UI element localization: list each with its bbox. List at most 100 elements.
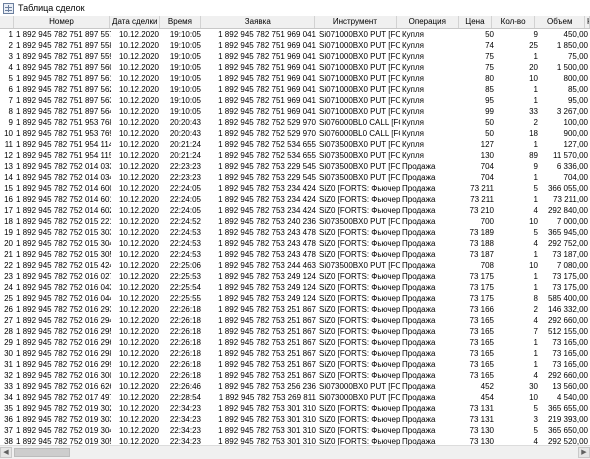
cell-order-number: 1 892 945 782 753 251 867 — [218, 327, 316, 336]
table-row[interactable]: 81 892 945 782 751 897 564 10.12.2020 19:1… — [0, 106, 590, 117]
table-row[interactable]: 11 892 945 782 751 897 557 10.12.2020 19:1… — [0, 29, 590, 40]
scroll-right-arrow-icon[interactable]: ▶ — [578, 447, 590, 458]
cell-quantity: 1 — [533, 52, 538, 61]
table-row[interactable]: 12 1 892 945 782 751 954 115 10.12.2020 20:… — [0, 150, 590, 161]
cell-trade-date: 10.12.2020 — [118, 316, 159, 325]
table-row[interactable]: 29 1 892 945 782 752 016 296 10.12.2020 22:… — [0, 337, 590, 348]
table-row[interactable]: 10 1 892 945 782 751 953 769 10.12.2020 20:… — [0, 128, 590, 139]
cell-instrument: Si073500BX0 PUT [FORTS: Опци — [319, 173, 400, 182]
cell-row-index: 15 — [4, 184, 13, 193]
column-header-time[interactable]: Время — [160, 16, 202, 28]
cell-trade-date: 10.12.2020 — [118, 338, 159, 347]
cell-order-number: 1 892 945 782 753 301 310 — [218, 415, 316, 424]
cell-quantity: 1 — [533, 272, 538, 281]
column-header-volume[interactable]: Объем — [535, 16, 586, 28]
table-row[interactable]: 31 1 892 945 782 752 016 299 10.12.2020 22:… — [0, 359, 590, 370]
cell-trade-number: 1 892 945 782 752 014 034 — [16, 173, 111, 182]
table-row[interactable]: 31 892 945 782 751 897 559 10.12.2020 19:1… — [0, 51, 590, 62]
cell-instrument: Si076000BL0 CALL [FORTS: Опци — [319, 129, 400, 138]
cell-instrument: SiZ0 [FORTS: Фьючерсы] — [319, 349, 400, 358]
table-row[interactable]: 37 1 892 945 782 752 019 304 10.12.2020 22:… — [0, 425, 590, 436]
cell-volume: 7 000,00 — [556, 217, 588, 226]
table-row[interactable]: 23 1 892 945 782 752 016 027 10.12.2020 22:… — [0, 271, 590, 282]
table-row[interactable]: 19 1 892 945 782 752 015 303 10.12.2020 22:… — [0, 227, 590, 238]
cell-trade-number: 1 892 945 782 751 953 769 — [16, 129, 111, 138]
table-row[interactable]: 24 1 892 945 782 752 016 043 10.12.2020 22:… — [0, 282, 590, 293]
table-row[interactable]: 21 892 945 782 751 897 558 10.12.2020 19:1… — [0, 40, 590, 51]
table-row[interactable]: 35 1 892 945 782 752 019 302 10.12.2020 22:… — [0, 403, 590, 414]
column-header-date[interactable]: Дата сделки — [110, 16, 160, 28]
cell-price: 73 165 — [469, 327, 494, 336]
table-row[interactable]: 16 1 892 945 782 752 014 601 10.12.2020 22:… — [0, 194, 590, 205]
table-row[interactable]: 20 1 892 945 782 752 015 304 10.12.2020 22:… — [0, 238, 590, 249]
table-row[interactable]: 41 892 945 782 751 897 560 10.12.2020 19:1… — [0, 62, 590, 73]
table-row[interactable]: 36 1 892 945 782 752 019 303 10.12.2020 22:… — [0, 414, 590, 425]
table-row[interactable]: 26 1 892 945 782 752 016 293 10.12.2020 22:… — [0, 304, 590, 315]
cell-order-number: 1 892 945 782 753 244 463 — [218, 261, 316, 270]
cell-trade-time: 22:28:54 — [169, 393, 201, 402]
cell-trade-time: 19:10:05 — [169, 74, 201, 83]
cell-operation: Продажа — [402, 206, 436, 215]
cell-trade-date: 10.12.2020 — [118, 272, 159, 281]
cell-quantity: 5 — [533, 426, 538, 435]
cell-quantity: 4 — [533, 206, 538, 215]
cell-trade-time: 20:21:24 — [169, 151, 201, 160]
table-row[interactable]: 91 892 945 782 751 953 768 10.12.2020 20:2… — [0, 117, 590, 128]
column-header-truncated[interactable]: Ко — [585, 16, 590, 28]
table-row[interactable]: 34 1 892 945 782 752 017 497 10.12.2020 22:… — [0, 392, 590, 403]
table-row[interactable]: 17 1 892 945 782 752 014 602 10.12.2020 22:… — [0, 205, 590, 216]
cell-operation: Продажа — [402, 228, 436, 237]
table-row[interactable]: 15 1 892 945 782 752 014 600 10.12.2020 22:… — [0, 183, 590, 194]
cell-order-number: 1 892 945 782 753 234 424 — [218, 206, 316, 215]
cell-trade-date: 10.12.2020 — [118, 151, 159, 160]
column-header-number[interactable]: Номер — [14, 16, 111, 28]
cell-operation: Продажа — [402, 426, 436, 435]
table-row[interactable]: 27 1 892 945 782 752 016 294 10.12.2020 22:… — [0, 315, 590, 326]
table-row[interactable]: 51 892 945 782 751 897 561 10.12.2020 19:1… — [0, 73, 590, 84]
table-row[interactable]: 25 1 892 945 782 752 016 044 10.12.2020 22:… — [0, 293, 590, 304]
cell-instrument: SiZ0 [FORTS: Фьючерсы] — [319, 371, 400, 380]
cell-instrument: SiZ0 [FORTS: Фьючерсы] — [319, 305, 400, 314]
table-row[interactable]: 13 1 892 945 782 752 014 033 10.12.2020 22:… — [0, 161, 590, 172]
cell-price: 73 165 — [469, 360, 494, 369]
cell-trade-time: 22:26:18 — [169, 316, 201, 325]
table-row[interactable]: 11 1 892 945 782 751 954 114 10.12.2020 20:… — [0, 139, 590, 150]
table-row[interactable]: 30 1 892 945 782 752 016 298 10.12.2020 22:… — [0, 348, 590, 359]
column-header-rownum[interactable] — [0, 16, 14, 28]
cell-trade-date: 10.12.2020 — [118, 85, 159, 94]
cell-row-index: 34 — [4, 393, 13, 402]
horizontal-scrollbar[interactable]: ◀ ▶ — [0, 445, 590, 459]
cell-trade-number: 1 892 945 782 751 897 560 — [16, 63, 111, 72]
column-header-quantity[interactable]: Кол-во — [492, 16, 536, 28]
scroll-left-arrow-icon[interactable]: ◀ — [0, 447, 12, 458]
cell-price: 74 — [485, 41, 494, 50]
table-row[interactable]: 33 1 892 945 782 752 016 626 10.12.2020 22:… — [0, 381, 590, 392]
table-row[interactable]: 18 1 892 945 782 752 015 221 10.12.2020 22:… — [0, 216, 590, 227]
cell-volume: 146 332,00 — [547, 305, 588, 314]
table-row[interactable]: 71 892 945 782 751 897 563 10.12.2020 19:1… — [0, 95, 590, 106]
cell-row-index: 10 — [4, 129, 13, 138]
cell-price: 73 175 — [469, 283, 494, 292]
cell-order-number: 1 892 945 782 752 534 655 — [218, 151, 316, 160]
column-header-price[interactable]: Цена — [459, 16, 492, 28]
cell-instrument: SiZ0 [FORTS: Фьючерсы] — [319, 404, 400, 413]
cell-trade-number: 1 892 945 782 752 016 296 — [16, 338, 111, 347]
cell-operation: Продажа — [402, 239, 436, 248]
cell-row-index: 30 — [4, 349, 13, 358]
cell-volume: 73 211,00 — [553, 195, 588, 204]
scrollbar-thumb[interactable] — [14, 448, 70, 457]
column-header-order[interactable]: Заявка — [201, 16, 316, 28]
cell-price: 73 189 — [469, 228, 494, 237]
cell-trade-time: 22:24:05 — [169, 195, 201, 204]
table-row[interactable]: 28 1 892 945 782 752 016 295 10.12.2020 22:… — [0, 326, 590, 337]
cell-price: 85 — [485, 85, 494, 94]
cell-trade-number: 1 892 945 782 751 897 557 — [16, 30, 111, 39]
table-row[interactable]: 61 892 945 782 751 897 562 10.12.2020 19:1… — [0, 84, 590, 95]
column-header-operation[interactable]: Операция — [397, 16, 460, 28]
cell-trade-time: 22:23:23 — [169, 162, 201, 171]
table-row[interactable]: 21 1 892 945 782 752 015 305 10.12.2020 22:… — [0, 249, 590, 260]
table-row[interactable]: 14 1 892 945 782 752 014 034 10.12.2020 22:… — [0, 172, 590, 183]
column-header-instrument[interactable]: Инструмент — [315, 16, 397, 28]
table-row[interactable]: 22 1 892 945 782 752 015 424 10.12.2020 22:… — [0, 260, 590, 271]
table-row[interactable]: 32 1 892 945 782 752 016 300 10.12.2020 22:… — [0, 370, 590, 381]
